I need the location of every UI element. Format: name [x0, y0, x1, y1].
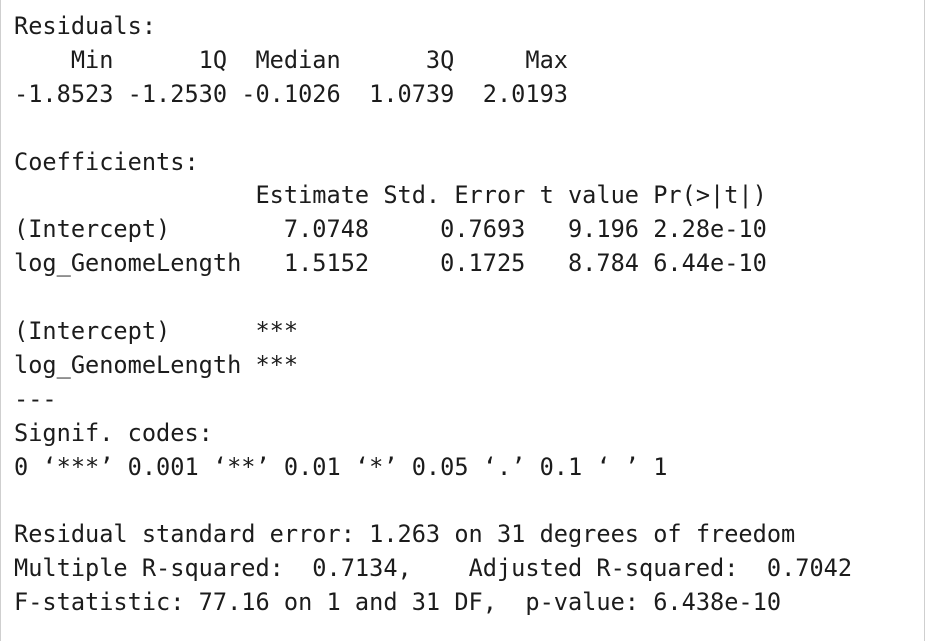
residuals-heading: Residuals: [14, 12, 157, 40]
coefficients-heading: Coefficients: [14, 147, 199, 176]
signif-codes-heading: Signif. codes: [14, 418, 213, 447]
significance-row-intercept: (Intercept) *** [14, 317, 299, 346]
significance-row-log-genome-length: log_GenomeLength *** [14, 350, 299, 379]
residual-standard-error: Residual standard error: 1.263 on 31 deg… [14, 520, 796, 549]
signif-codes-legend: 0 ‘***’ 0.001 ‘**’ 0.01 ‘*’ 0.05 ‘.’ 0.1… [14, 452, 668, 481]
f-statistic-line: F-statistic: 77.16 on 1 and 31 DF, p-val… [14, 588, 782, 617]
coefficients-row-intercept: (Intercept) 7.0748 0.7693 9.196 2.28e-10 [14, 215, 767, 244]
r-squared-line: Multiple R-squared: 0.7134, Adjusted R-s… [14, 554, 867, 583]
residuals-quantile-header: Min 1Q Median 3Q Max [14, 45, 583, 74]
console-panel: Residuals: Min 1Q Median 3Q Max -1.8523 … [0, 0, 925, 641]
coefficients-row-log-genome-length: log_GenomeLength 1.5152 0.1725 8.784 6.4… [14, 249, 767, 278]
separator-line: --- [14, 384, 57, 413]
regression-summary-output: Residuals: Min 1Q Median 3Q Max -1.8523 … [14, 10, 866, 620]
coefficients-table-header: Estimate Std. Error t value Pr(>|t|) [14, 181, 767, 210]
residuals-quantile-values: -1.8523 -1.2530 -0.1026 1.0739 2.0193 [14, 79, 583, 108]
